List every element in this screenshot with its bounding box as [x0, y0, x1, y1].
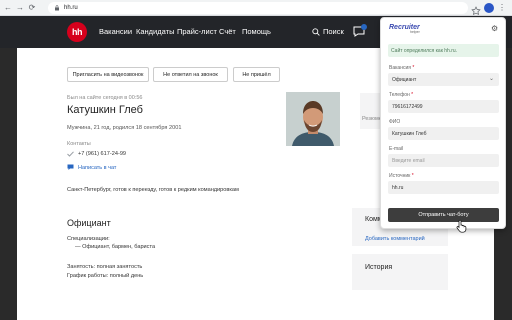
write-chat-link[interactable]: Написать в чат	[78, 165, 116, 171]
candidate-name: Катушкин Глеб	[67, 104, 143, 116]
invite-video-button[interactable]: Пригласить на видеозвонок	[67, 67, 149, 82]
hh-logo[interactable]: hh	[67, 22, 87, 42]
recruiter-logo: Recruiter helper	[389, 24, 420, 34]
source-field[interactable]: hh.ru	[388, 181, 499, 194]
address-bar[interactable]: hh.ru	[48, 2, 468, 14]
phone-field[interactable]: 79616172499	[388, 100, 499, 113]
nav-invoice[interactable]: Счёт	[219, 27, 236, 36]
chat-bubble-icon	[67, 164, 74, 170]
star-icon[interactable]	[471, 3, 481, 16]
site-detected-banner: Сайт определился как hh.ru.	[388, 44, 499, 57]
forward-icon[interactable]: →	[14, 0, 26, 16]
right-card-top	[360, 93, 380, 129]
spec-value: — Официант, бармен, бариста	[75, 244, 156, 250]
email-label: E-mail	[389, 146, 404, 152]
schedule: График работы: полный день	[67, 273, 144, 279]
hand-cursor-icon	[456, 219, 467, 233]
no-answer-button[interactable]: Не ответил на звонок	[153, 67, 228, 82]
vacancy-select[interactable]: Официант ⌄	[388, 73, 499, 86]
last-seen: Был на сайте сегодня в 00:56	[67, 95, 143, 101]
nav-candidates[interactable]: Кандидаты	[136, 27, 174, 36]
employment: Занятость: полная занятость	[67, 264, 143, 270]
send-to-chatbot-button[interactable]: Отправить чат-боту	[388, 208, 499, 222]
spec-label: Специализации:	[67, 236, 110, 242]
email-field[interactable]: Введите email	[388, 154, 499, 167]
search-icon	[312, 27, 320, 36]
back-icon[interactable]: ←	[2, 0, 14, 16]
add-comment-link[interactable]: Добавить комментарий	[365, 236, 425, 242]
nav-help[interactable]: Помощь	[242, 27, 271, 36]
candidate-bio: Мужчина, 21 год, родился 18 сентября 200…	[67, 125, 182, 131]
phone-label: Телефон *	[389, 92, 414, 98]
resume-partial-label: Резюме	[362, 116, 382, 122]
contacts-label: Контакты	[67, 141, 91, 147]
settings-gear-icon[interactable]: ⚙	[491, 24, 498, 33]
source-label: Источник *	[389, 173, 414, 179]
menu-icon[interactable]: ⋮	[497, 3, 507, 13]
lock-icon	[54, 5, 60, 11]
candidate-photo	[286, 92, 340, 146]
check-icon	[67, 151, 74, 157]
extension-icon[interactable]	[484, 3, 494, 13]
fio-field[interactable]: Катушкин Глеб	[388, 127, 499, 140]
candidate-phone[interactable]: +7 (961) 617-24-99	[78, 151, 126, 157]
history-card	[352, 254, 448, 290]
nav-vacancies[interactable]: Вакансии	[99, 27, 132, 36]
recruiter-popup: Recruiter helper ⚙ Сайт определился как …	[380, 17, 506, 229]
chat-icon[interactable]	[352, 24, 368, 43]
search-label: Поиск	[323, 27, 344, 36]
fio-label: ФИО	[389, 119, 401, 125]
resume-title: Официант	[67, 218, 111, 228]
search-button[interactable]: Поиск	[312, 27, 344, 36]
vacancy-label: Вакансия *	[389, 65, 415, 71]
no-show-button[interactable]: Не пришёл	[233, 67, 280, 82]
nav-pricelist[interactable]: Прайс-лист	[177, 27, 217, 36]
history-title: История	[365, 264, 393, 271]
reload-icon[interactable]: ⟳	[26, 0, 38, 16]
url-text: hh.ru	[64, 5, 78, 11]
chevron-down-icon: ⌄	[488, 76, 494, 82]
relocation-info: Санкт-Петербург, готов к переезду, готов…	[67, 187, 239, 193]
